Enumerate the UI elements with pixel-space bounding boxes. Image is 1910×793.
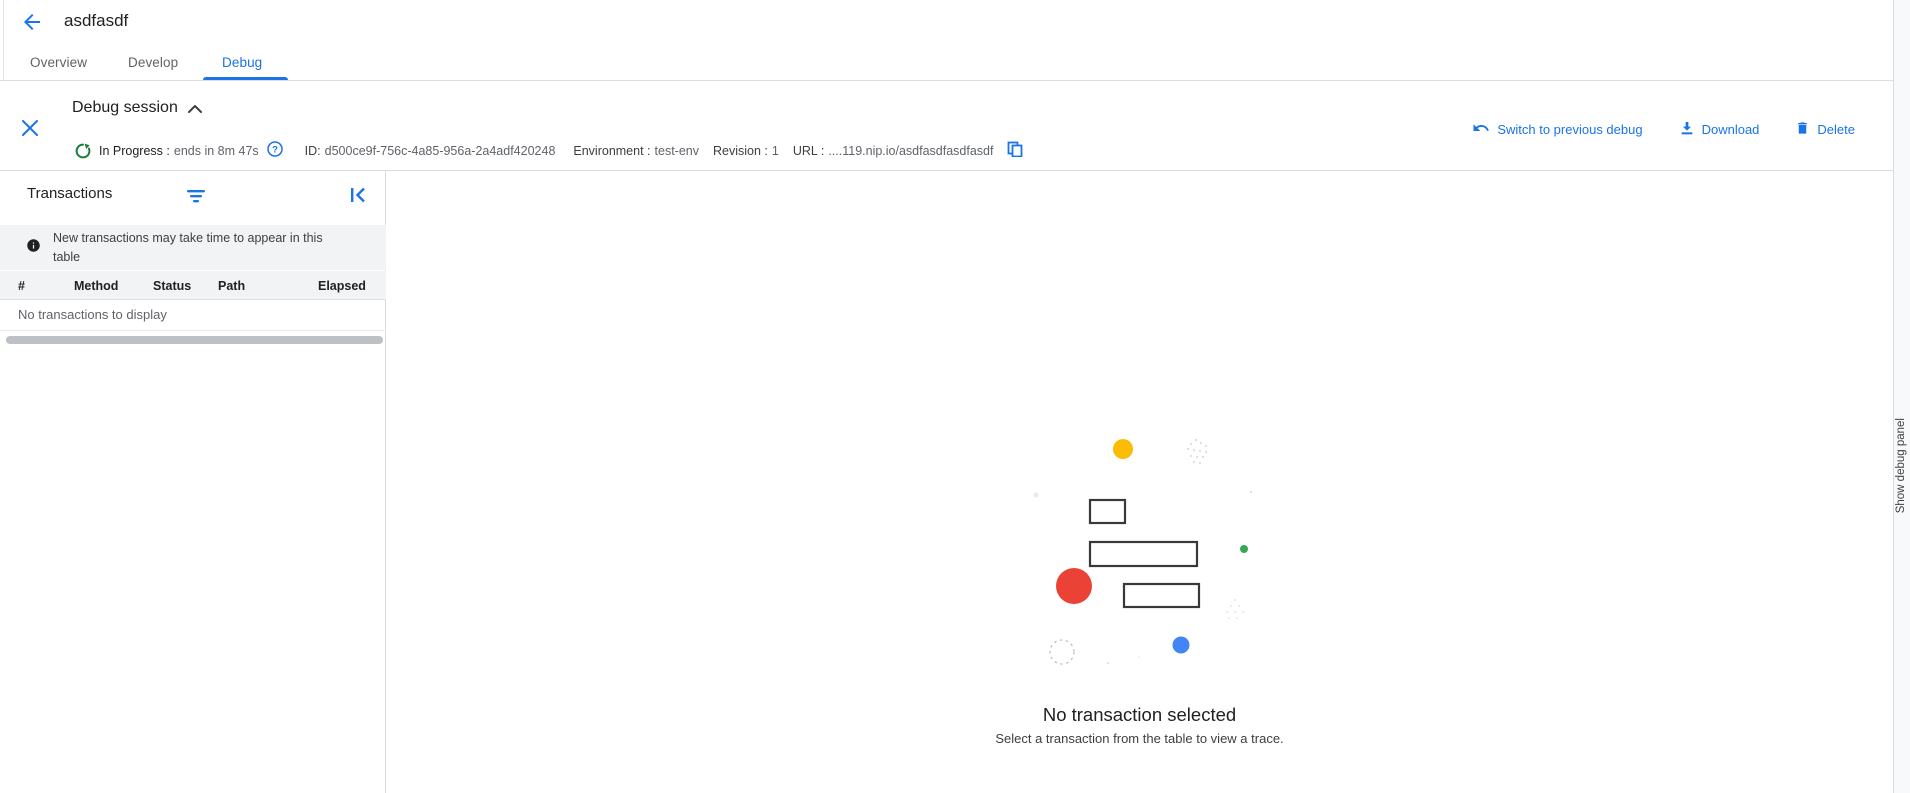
- column-status: Status: [153, 279, 191, 293]
- debug-session-header: Debug session In Progress : ends in 8m 4…: [0, 81, 1893, 171]
- column-path: Path: [218, 279, 245, 293]
- back-button[interactable]: [20, 10, 44, 34]
- apigee-debug-page: asdfasdf Overview Develop Debug Debug se…: [0, 0, 1910, 793]
- session-actions: Switch to previous debug Download Delete: [1472, 119, 1855, 140]
- url-value: ....119.nip.io/asdfasdfasdfasdf: [828, 144, 993, 158]
- undo-icon: [1472, 119, 1490, 140]
- transactions-panel-title: Transactions: [27, 185, 112, 202]
- download-button[interactable]: Download: [1679, 120, 1760, 139]
- collapse-left-icon: [349, 190, 367, 207]
- delete-label: Delete: [1817, 122, 1855, 137]
- environment-label: Environment :: [573, 144, 650, 158]
- active-tab-indicator: [203, 77, 288, 80]
- trash-icon: [1795, 120, 1810, 139]
- switch-previous-debug-label: Switch to previous debug: [1497, 122, 1642, 137]
- column-method: Method: [74, 279, 118, 293]
- empty-state-subtitle: Select a transaction from the table to v…: [386, 731, 1893, 746]
- close-icon: [20, 125, 40, 142]
- info-banner: New transactions may take time to appear…: [0, 225, 386, 270]
- horizontal-scrollbar-thumb[interactable]: [6, 336, 383, 344]
- transactions-table-header: # Method Status Path Elapsed: [0, 271, 386, 300]
- filter-icon: [186, 191, 206, 208]
- url-label: URL :: [793, 144, 825, 158]
- svg-text:?: ?: [272, 144, 278, 155]
- id-label: ID:: [305, 144, 321, 158]
- dot-cluster-top: [1187, 439, 1207, 464]
- page-title: asdfasdf: [64, 11, 128, 31]
- filter-button[interactable]: [186, 188, 206, 209]
- id-value: d500ce9f-756c-4a85-956a-2a4adf420248: [325, 144, 556, 158]
- empty-state-title: No transaction selected: [386, 704, 1893, 726]
- tab-bar: Overview Develop Debug: [0, 48, 1893, 81]
- environment-value: test-env: [655, 144, 699, 158]
- show-debug-panel-strip[interactable]: Show debug panel: [1893, 0, 1910, 793]
- copy-icon: [1007, 141, 1023, 160]
- transactions-panel: Transactions New transacti: [0, 171, 386, 793]
- column-number: #: [18, 279, 25, 293]
- copy-url-button[interactable]: [1007, 141, 1023, 160]
- revision-label: Revision :: [713, 144, 768, 158]
- help-icon: ?: [267, 141, 283, 160]
- in-progress-icon: [75, 143, 91, 159]
- info-icon: [26, 238, 41, 258]
- close-button[interactable]: [20, 118, 40, 138]
- revision-value: 1: [772, 144, 779, 158]
- transactions-empty-row: No transactions to display: [0, 300, 386, 331]
- session-status-row: In Progress : ends in 8m 47s ? ID: d500c…: [75, 141, 1023, 160]
- status-state-label: In Progress :: [99, 144, 170, 158]
- collapse-panel-button[interactable]: [349, 187, 367, 208]
- dot-cluster-triangle: [1226, 599, 1244, 619]
- tab-develop[interactable]: Develop: [128, 55, 178, 70]
- switch-previous-debug-button[interactable]: Switch to previous debug: [1472, 119, 1642, 140]
- show-debug-panel-label: Show debug panel: [1895, 418, 1907, 513]
- arrow-left-icon: [20, 21, 44, 38]
- tab-overview[interactable]: Overview: [30, 55, 87, 70]
- column-elapsed: Elapsed: [318, 279, 366, 293]
- empty-state-illustration: [1020, 430, 1260, 673]
- delete-button[interactable]: Delete: [1795, 120, 1855, 139]
- tab-debug[interactable]: Debug: [222, 55, 262, 70]
- status-ends-in: ends in 8m 47s: [174, 144, 259, 158]
- help-button[interactable]: ?: [267, 141, 283, 160]
- download-icon: [1679, 120, 1695, 139]
- download-label: Download: [1702, 122, 1760, 137]
- debug-session-title: Debug session: [72, 99, 178, 117]
- transactions-empty-message: No transactions to display: [18, 307, 167, 322]
- collapse-session-button[interactable]: [188, 100, 202, 118]
- chevron-up-icon: [188, 100, 202, 118]
- info-banner-text: New transactions may take time to appear…: [53, 229, 353, 267]
